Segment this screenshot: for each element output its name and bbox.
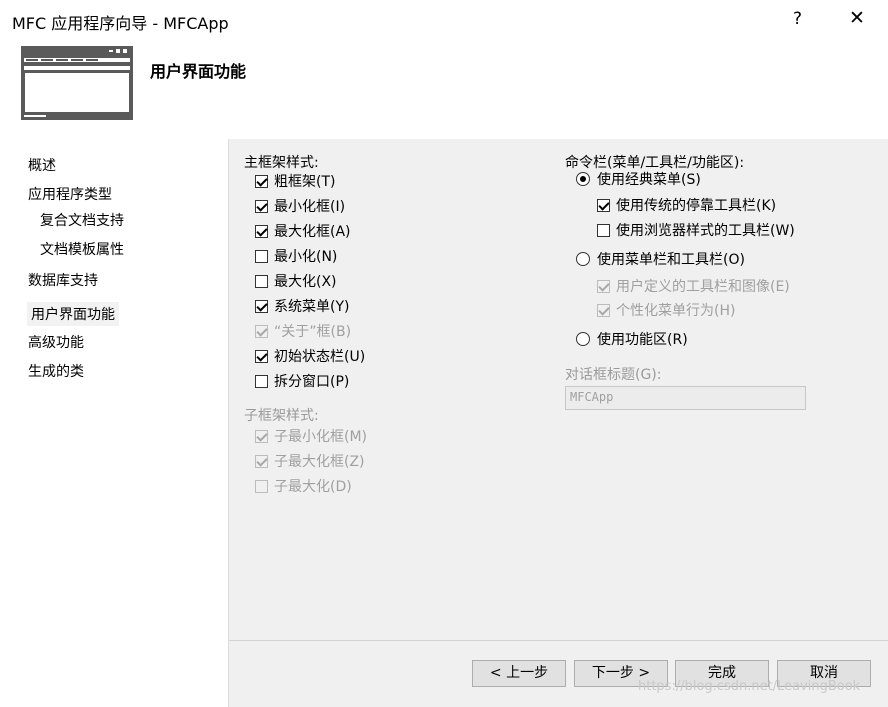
checkbox-box[interactable] (255, 374, 268, 388)
child-maximized-checkbox: 子最大化(D) (255, 476, 352, 496)
nav-item-doc-template[interactable]: 文档模板属性 (40, 239, 124, 259)
dialog-title-label: 对话框标题(G): (565, 367, 662, 383)
child-maximize-box-checkbox: 子最大化框(Z) (255, 451, 365, 471)
menubar-toolbar-radio[interactable]: 使用菜单栏和工具栏(O) (576, 249, 745, 269)
system-menu-checkbox[interactable]: 系统菜单(Y) (255, 296, 349, 316)
checkbox-box (255, 429, 268, 443)
nav-item-app-type[interactable]: 应用程序类型 (28, 184, 112, 204)
nav-item-generated-classes[interactable]: 生成的类 (28, 361, 84, 381)
checkbox-box[interactable] (255, 199, 268, 213)
back-button[interactable]: < 上一步 (472, 660, 566, 687)
minimize-box-checkbox[interactable]: 最小化框(I) (255, 196, 345, 216)
legacy-toolbar-checkbox[interactable]: 使用传统的停靠工具栏(K) (597, 195, 776, 215)
close-button[interactable]: ✕ (847, 7, 867, 29)
nav-item-database[interactable]: 数据库支持 (28, 270, 98, 290)
initial-status-bar-checkbox[interactable]: 初始状态栏(U) (255, 346, 365, 366)
checkbox-box (255, 479, 268, 493)
checkbox-box (597, 303, 610, 317)
ribbon-radio[interactable]: 使用功能区(R) (576, 329, 688, 349)
user-defined-toolbar-checkbox: 用户定义的工具栏和图像(E) (597, 276, 790, 296)
personalized-menu-checkbox: 个性化菜单行为(H) (597, 300, 735, 320)
checkbox-box[interactable] (255, 174, 268, 188)
pane-divider (228, 139, 229, 707)
thick-frame-checkbox[interactable]: 粗框架(T) (255, 171, 335, 191)
nav-item-ui-features[interactable]: 用户界面功能 (27, 302, 119, 326)
window-title: MFC 应用程序向导 - MFCApp (12, 14, 229, 33)
page-title: 用户界面功能 (150, 62, 247, 81)
watermark-text: https://blog.csdn.net/LeavingBook (638, 679, 861, 694)
maximize-box-checkbox[interactable]: 最大化框(A) (255, 221, 351, 241)
checkbox-box[interactable] (597, 198, 610, 212)
browser-toolbar-checkbox[interactable]: 使用浏览器样式的工具栏(W) (597, 220, 795, 240)
radio-circle[interactable] (576, 172, 590, 186)
classic-menu-radio[interactable]: 使用经典菜单(S) (576, 169, 701, 189)
dialog-title-input: MFCApp (565, 386, 806, 410)
main-frame-label: 主框架样式: (244, 155, 319, 171)
child-frame-label: 子框架样式: (244, 408, 319, 424)
window-preview-icon (21, 46, 133, 120)
checkbox-box (597, 279, 610, 293)
help-button[interactable]: ? (793, 9, 802, 29)
checkbox-box[interactable] (255, 274, 268, 288)
checkbox-box[interactable] (597, 223, 610, 237)
nav-item-compound-doc[interactable]: 复合文档支持 (40, 210, 124, 230)
minimized-checkbox[interactable]: 最小化(N) (255, 246, 337, 266)
checkbox-box[interactable] (255, 249, 268, 263)
checkbox-box (255, 324, 268, 338)
child-minimize-box-checkbox: 子最小化框(M) (255, 426, 367, 446)
checkbox-box[interactable] (255, 299, 268, 313)
about-box-checkbox: “关于”框(B) (255, 321, 351, 341)
radio-circle[interactable] (576, 332, 590, 346)
split-window-checkbox[interactable]: 拆分窗口(P) (255, 371, 349, 391)
maximized-checkbox[interactable]: 最大化(X) (255, 271, 337, 291)
checkbox-box[interactable] (255, 349, 268, 363)
nav-item-overview[interactable]: 概述 (28, 155, 56, 175)
footer-divider (229, 640, 888, 641)
radio-circle[interactable] (576, 252, 590, 266)
checkbox-box[interactable] (255, 224, 268, 238)
nav-item-advanced[interactable]: 高级功能 (28, 332, 84, 352)
checkbox-box (255, 454, 268, 468)
